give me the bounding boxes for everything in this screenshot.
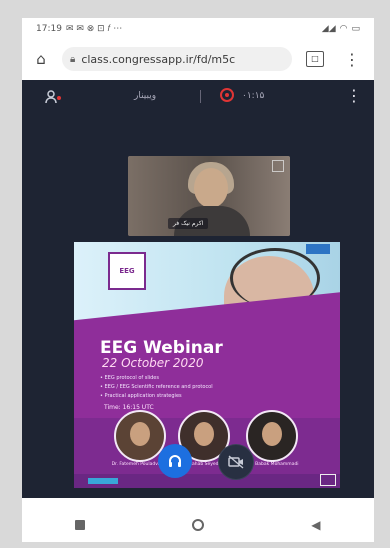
menu-icon[interactable]: ⋮ bbox=[344, 50, 360, 69]
poster-corner-tag bbox=[306, 244, 330, 254]
expand-icon[interactable] bbox=[320, 474, 336, 486]
clock: 17:19 bbox=[36, 24, 62, 34]
poster-bullet: EEG / EEG Scientific reference and proto… bbox=[100, 383, 213, 392]
poster-footer-badge bbox=[88, 478, 118, 484]
kebab-icon[interactable]: ⋮ bbox=[346, 86, 362, 105]
participant-video[interactable]: اکرم نیک فر bbox=[128, 156, 290, 236]
camera-icon bbox=[228, 455, 244, 469]
camera-button[interactable] bbox=[218, 444, 254, 480]
notification-icons: ✉ ✉ ⊗ ⊡ 𝑓 ⋯ bbox=[65, 24, 123, 34]
status-bar: 17:19 ✉ ✉ ⊗ ⊡ 𝑓 ⋯ ◢◢ ◠ ▭ bbox=[22, 18, 374, 40]
browser-toolbar: ⌂ 🔒︎ class.congressapp.ir/fd/m5c □ ⋮ bbox=[22, 42, 374, 76]
poster-title: EEG Webinar bbox=[100, 338, 223, 358]
wifi-icon: ◠ bbox=[339, 24, 348, 34]
shared-poster: EEG EEG Webinar 22 October 2020 EEG prot… bbox=[74, 242, 340, 488]
home-icon[interactable]: ⌂ bbox=[30, 50, 52, 68]
poster-bullets: EEG protocol of slides EEG / EEG Scienti… bbox=[100, 374, 213, 401]
people-icon[interactable] bbox=[44, 89, 64, 105]
back-icon[interactable]: ◀ bbox=[311, 518, 320, 532]
record-icon[interactable] bbox=[220, 88, 234, 102]
meeting-timer: ۰۱:۱۵ bbox=[242, 91, 265, 101]
meeting-header: ویبینار ۰۱:۱۵ ⋮ bbox=[22, 80, 374, 114]
poster-logo: EEG bbox=[108, 252, 146, 290]
tabs-icon[interactable]: □ bbox=[306, 51, 324, 67]
mic-button[interactable] bbox=[158, 444, 192, 478]
recents-icon[interactable] bbox=[75, 520, 86, 530]
poster-date: 22 October 2020 bbox=[102, 356, 204, 370]
poster-bullet: EEG protocol of slides bbox=[100, 374, 213, 383]
headset-icon bbox=[169, 455, 181, 467]
phone-screen: 17:19 ✉ ✉ ⊗ ⊡ 𝑓 ⋯ ◢◢ ◠ ▭ ⌂ 🔒︎ class.cong… bbox=[22, 18, 374, 542]
webinar-app: ویبینار ۰۱:۱۵ ⋮ اکرم نیک فر EEG EEG Webi… bbox=[22, 80, 374, 498]
signal-icon: ◢◢ bbox=[321, 24, 336, 34]
meeting-title: ویبینار bbox=[134, 91, 157, 101]
divider bbox=[200, 90, 201, 103]
android-nav-bar: ◀ bbox=[22, 508, 374, 542]
poster-bullet: Practical application strategies bbox=[100, 392, 213, 401]
battery-icon: ▭ bbox=[351, 24, 360, 34]
expand-icon[interactable] bbox=[272, 160, 284, 172]
home-circle-icon[interactable] bbox=[192, 519, 205, 531]
participant-name-tag: اکرم نیک فر bbox=[168, 218, 209, 229]
url-text: class.congressapp.ir/fd/m5c bbox=[81, 52, 236, 66]
lock-icon: 🔒︎ bbox=[70, 53, 76, 65]
address-bar[interactable]: 🔒︎ class.congressapp.ir/fd/m5c bbox=[62, 47, 292, 71]
speaker-photo bbox=[246, 410, 298, 462]
call-controls bbox=[22, 444, 374, 498]
